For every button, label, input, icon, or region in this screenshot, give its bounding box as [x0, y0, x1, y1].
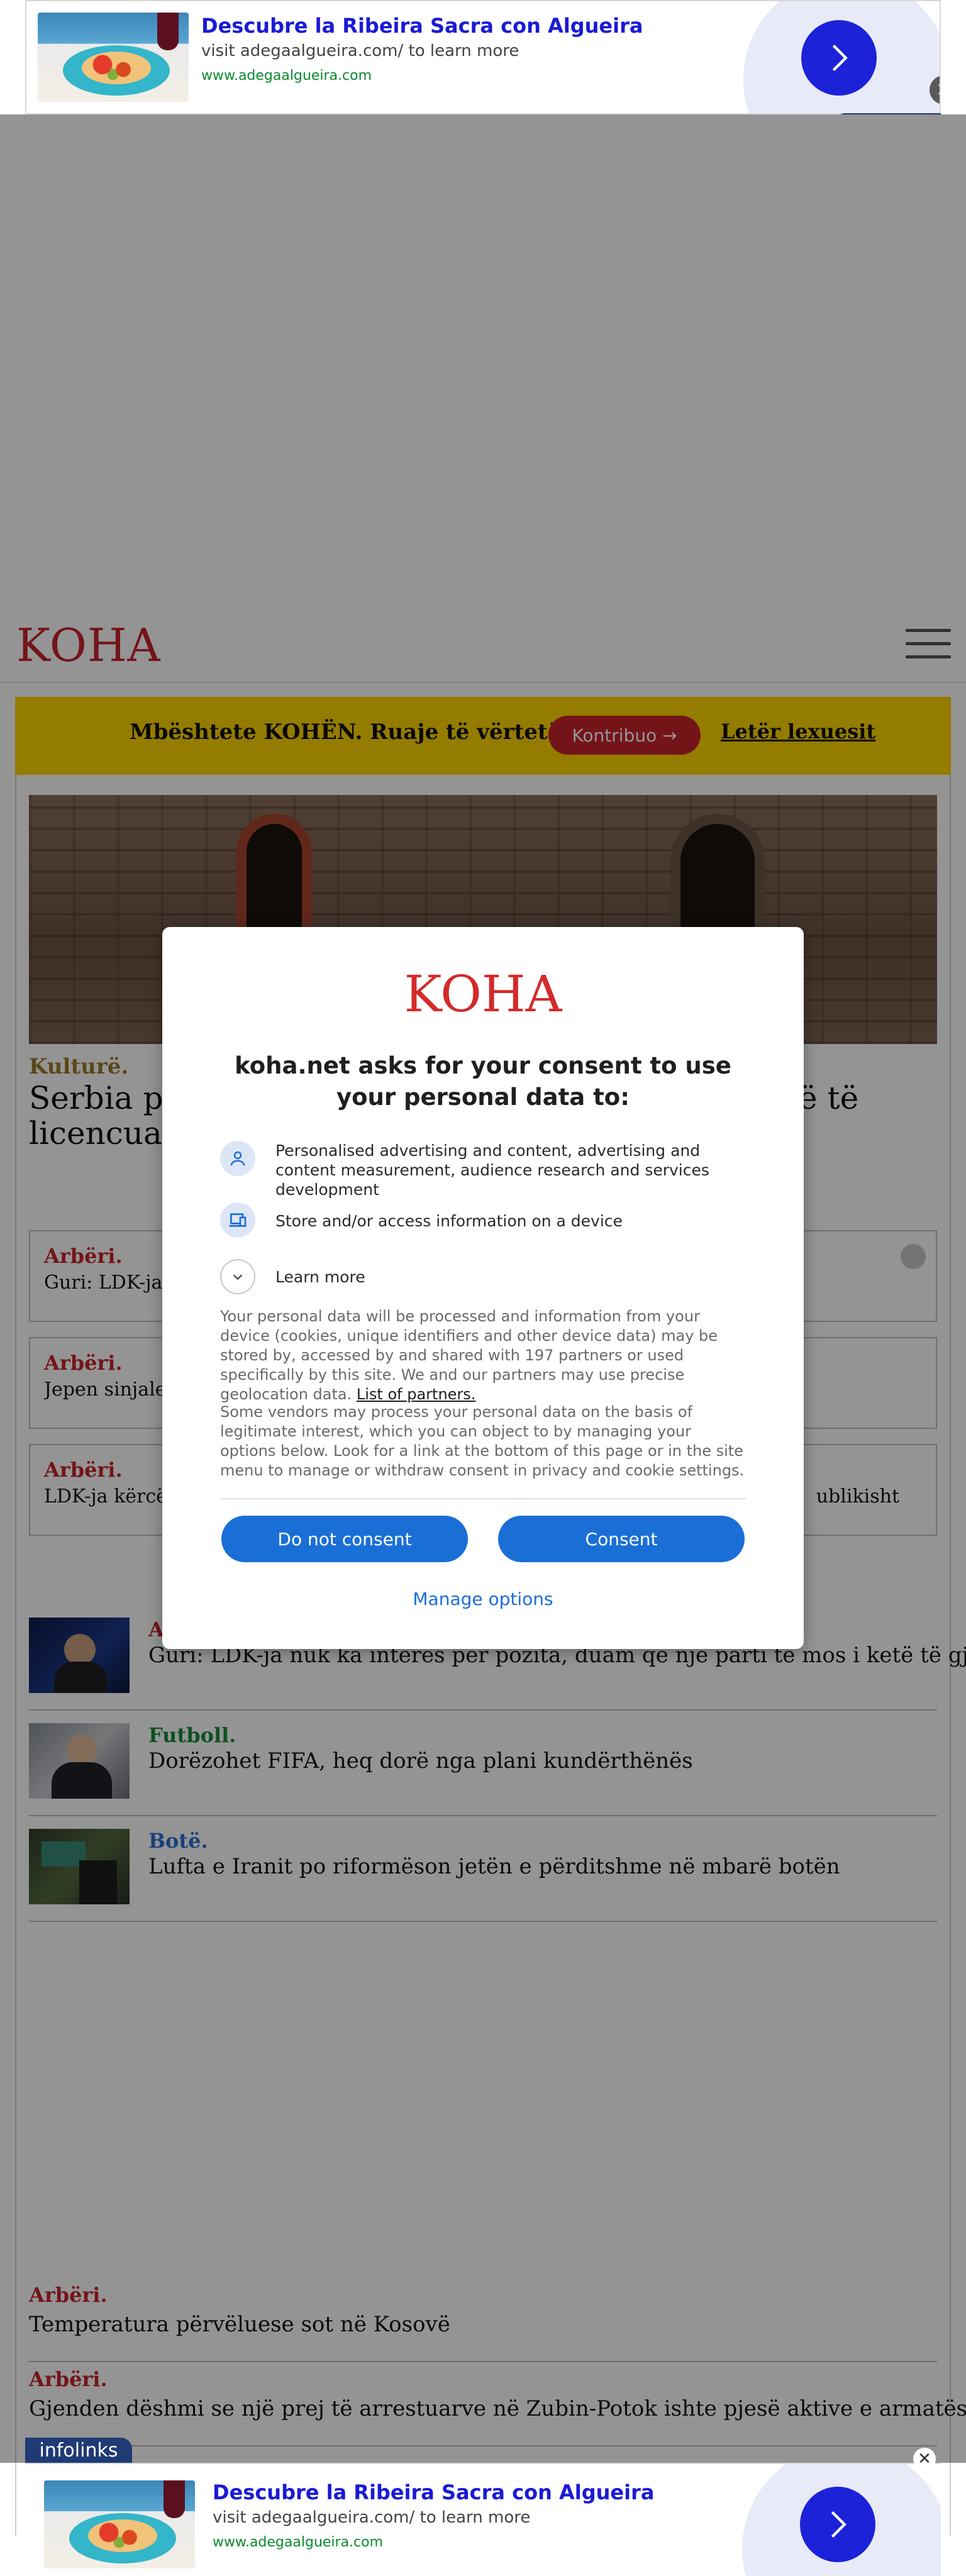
manage-options-link[interactable]: Manage options: [162, 1589, 804, 1609]
purpose-advertising-text: Personalised advertising and content, ad…: [275, 1141, 709, 1199]
top-ad-banner[interactable]: Descubre la Ribeira Sacra con Algueira v…: [25, 0, 941, 114]
consent-dialog: KOHA koha.net asks for your consent to u…: [162, 927, 804, 1649]
ad-url[interactable]: www.adegaalgueira.com: [213, 2534, 383, 2550]
consent-logo: KOHA: [404, 965, 562, 1023]
ad-image[interactable]: [38, 13, 189, 102]
list-of-partners-link[interactable]: List of partners.: [357, 1385, 476, 1403]
ad-url[interactable]: www.adegaalgueira.com: [201, 68, 372, 84]
learn-more-toggle[interactable]: Learn more: [275, 1268, 365, 1286]
ad-title[interactable]: Descubre la Ribeira Sacra con Algueira: [213, 2480, 654, 2504]
consent-button[interactable]: Consent: [498, 1516, 745, 1562]
do-not-consent-button[interactable]: Do not consent: [221, 1516, 468, 1562]
close-icon[interactable]: ✕: [913, 2448, 936, 2470]
person-icon: [220, 1141, 255, 1176]
consent-heading: koha.net asks for your consent to use yo…: [235, 1052, 731, 1111]
consent-paragraph-2: Some vendors may process your personal d…: [220, 1403, 745, 1479]
ad-subtitle: visit adegaalgueira.com/ to learn more: [201, 42, 519, 60]
bottom-ad-banner[interactable]: Descubre la Ribeira Sacra con Algueira v…: [25, 2463, 941, 2576]
ad-image[interactable]: [44, 2480, 195, 2568]
ad-title[interactable]: Descubre la Ribeira Sacra con Algueira: [201, 14, 643, 38]
ad-subtitle: visit adegaalgueira.com/ to learn more: [213, 2508, 531, 2527]
chevron-down-icon[interactable]: [220, 1259, 255, 1294]
devices-icon: [220, 1202, 255, 1238]
divider: [220, 1498, 746, 1499]
chevron-right-icon[interactable]: [801, 20, 877, 96]
chevron-right-icon[interactable]: [800, 2487, 875, 2562]
consent-paragraph-1: Your personal data will be processed and…: [220, 1307, 748, 1404]
purpose-device-text: Store and/or access information on a dev…: [275, 1212, 623, 1230]
infolinks-badge[interactable]: infolinks: [25, 2438, 132, 2463]
